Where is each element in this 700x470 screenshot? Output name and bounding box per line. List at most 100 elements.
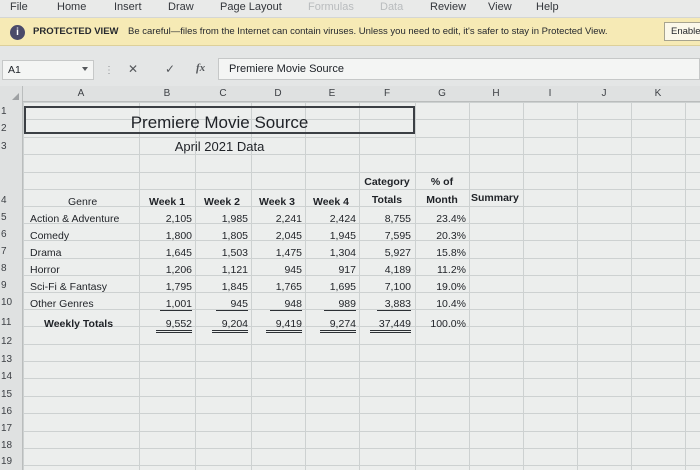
row-header-19[interactable]: 19: [1, 456, 21, 467]
header-category-line2: Totals: [371, 194, 403, 206]
tab-review[interactable]: Review: [430, 1, 466, 13]
pct-cell: 11.2%: [437, 264, 466, 276]
week4-cell: 1,304: [329, 247, 356, 259]
formula-bar-separator: ⋮: [104, 65, 114, 76]
row-header-11[interactable]: 11: [1, 317, 21, 328]
week4-cell: 2,424: [329, 213, 356, 225]
column-header-i[interactable]: I: [549, 88, 552, 99]
enter-icon[interactable]: ✓: [165, 62, 175, 76]
pct-cell: 15.8%: [436, 247, 466, 259]
week3-cell: 1,475: [275, 247, 302, 259]
protected-view-message: Be careful—files from the Internet can c…: [128, 26, 608, 37]
total-cell: 3,883: [377, 298, 411, 311]
week1-cell: 1,800: [165, 230, 192, 242]
row-header-7[interactable]: 7: [1, 246, 21, 257]
column-header-j[interactable]: J: [602, 88, 607, 99]
info-icon: i: [10, 25, 25, 40]
genre-cell: Horror: [30, 264, 60, 276]
pct-cell: 23.4%: [436, 213, 466, 225]
week1-cell: 1,795: [165, 281, 192, 293]
genre-cell: Comedy: [30, 230, 70, 242]
tab-home[interactable]: Home: [57, 1, 86, 13]
genre-cell: Drama: [30, 247, 62, 259]
row-header-12[interactable]: 12: [1, 336, 21, 347]
row-header-17[interactable]: 17: [1, 423, 21, 434]
week2-cell: 1,503: [221, 247, 248, 259]
total-week4: 9,274: [320, 318, 356, 333]
tab-insert[interactable]: Insert: [114, 1, 142, 13]
insert-function-icon[interactable]: fx: [196, 62, 205, 74]
column-header-d[interactable]: D: [274, 88, 281, 99]
column-header-k[interactable]: K: [655, 88, 662, 99]
column-header-e[interactable]: E: [329, 88, 336, 99]
column-headers: [0, 86, 700, 102]
row-header-16[interactable]: 16: [1, 406, 21, 417]
header-week2: Week 2: [204, 196, 240, 208]
row-header-6[interactable]: 6: [1, 229, 21, 240]
tab-formulas[interactable]: Formulas: [308, 1, 354, 13]
sheet-title: Premiere Movie Source: [130, 113, 309, 132]
week2-cell: 1,985: [221, 213, 248, 225]
formula-input[interactable]: Premiere Movie Source: [218, 58, 700, 80]
column-header-f[interactable]: F: [384, 88, 390, 99]
week4-cell: 1,695: [329, 281, 356, 293]
row-header-1[interactable]: 1: [1, 106, 21, 117]
worksheet-grid[interactable]: A B C D E F G H I J K 1 2 3 4 5 6 7 8 9 …: [0, 86, 700, 470]
row-header-14[interactable]: 14: [1, 371, 21, 382]
header-genre: Genre: [68, 196, 98, 208]
row-header-3[interactable]: 3: [1, 141, 21, 152]
genre-cell: Action & Adventure: [30, 213, 120, 225]
week2-cell: 1,845: [221, 281, 248, 293]
week4-cell: 1,945: [329, 230, 356, 242]
header-week1: Week 1: [149, 196, 185, 208]
chevron-down-icon[interactable]: [82, 67, 88, 71]
pct-cell: 19.0%: [436, 281, 466, 293]
week3-cell: 2,045: [275, 230, 302, 242]
week1-cell: 1,645: [165, 247, 192, 259]
total-cell: 8,755: [384, 213, 411, 225]
cancel-icon[interactable]: ✕: [128, 62, 138, 76]
formula-bar: A1 ⋮ ✕ ✓ fx Premiere Movie Source: [0, 47, 700, 84]
column-header-a[interactable]: A: [78, 88, 85, 99]
sheet-subtitle: April 2021 Data: [174, 139, 265, 154]
column-header-c[interactable]: C: [219, 88, 226, 99]
row-header-10[interactable]: 10: [1, 297, 21, 308]
total-week1: 9,552: [156, 318, 192, 333]
tab-help[interactable]: Help: [536, 1, 559, 13]
tab-draw[interactable]: Draw: [168, 1, 194, 13]
row-header-15[interactable]: 15: [1, 389, 21, 400]
total-category: 37,449: [370, 318, 411, 333]
row-header-4[interactable]: 4: [1, 195, 21, 206]
header-week4: Week 4: [313, 196, 349, 208]
row-header-9[interactable]: 9: [1, 280, 21, 291]
total-cell: 7,100: [384, 281, 411, 293]
column-header-g[interactable]: G: [438, 88, 446, 99]
row-header-5[interactable]: 5: [1, 212, 21, 223]
column-header-b[interactable]: B: [164, 88, 171, 99]
tab-data[interactable]: Data: [380, 1, 403, 13]
week3-cell: 1,765: [275, 281, 302, 293]
tab-page-layout[interactable]: Page Layout: [220, 1, 282, 13]
total-week2: 9,204: [212, 318, 248, 333]
ribbon-tabs: File Home Insert Draw Page Layout Formul…: [0, 0, 700, 18]
total-pct: 100.0%: [430, 318, 466, 330]
protected-view-title: PROTECTED VIEW: [33, 26, 119, 37]
tab-file[interactable]: File: [10, 1, 28, 13]
row-header-18[interactable]: 18: [1, 440, 21, 451]
row-header-13[interactable]: 13: [1, 354, 21, 365]
select-all-icon[interactable]: [12, 93, 19, 100]
tab-view[interactable]: View: [488, 1, 512, 13]
pct-cell: 20.3%: [436, 230, 466, 242]
name-box[interactable]: A1: [2, 60, 94, 80]
enable-editing-button[interactable]: Enable Editing: [664, 22, 700, 41]
header-pct-line2: Month: [426, 194, 458, 206]
protected-view-bar: i PROTECTED VIEW Be careful—files from t…: [0, 18, 700, 46]
row-header-2[interactable]: 2: [1, 123, 21, 134]
week1-cell: 2,105: [165, 213, 192, 225]
week1-cell: 1,001: [160, 298, 192, 311]
row-header-8[interactable]: 8: [1, 263, 21, 274]
header-category-line1: Category: [364, 176, 410, 188]
column-header-h[interactable]: H: [492, 88, 499, 99]
total-cell: 7,595: [384, 230, 411, 242]
totals-label: Weekly Totals: [44, 318, 114, 330]
